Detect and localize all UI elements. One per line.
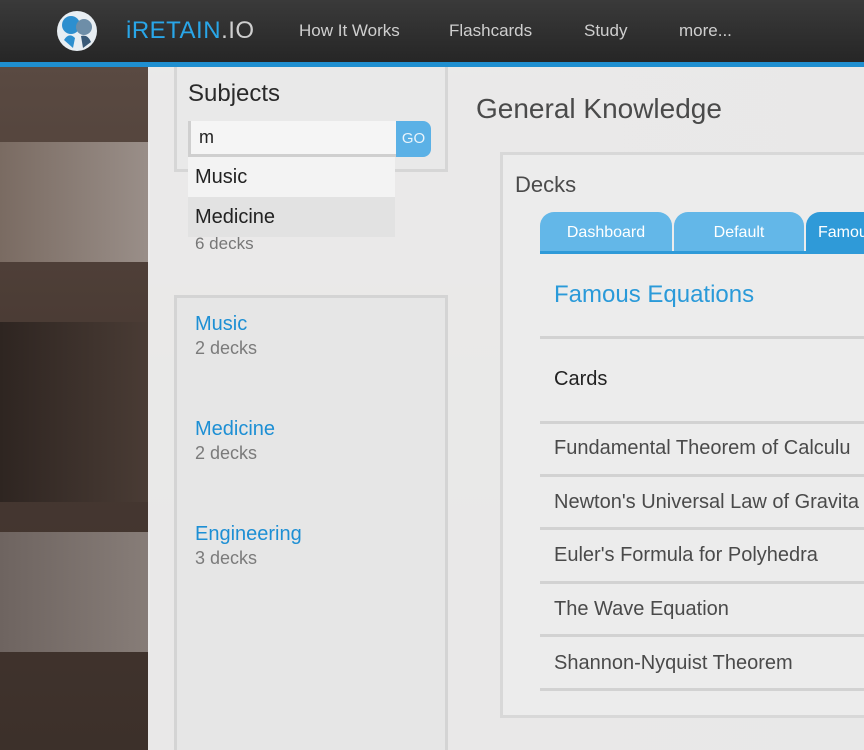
nav-how-it-works[interactable]: How It Works [299,21,400,41]
card-row[interactable]: Fundamental Theorem of Calculu [554,437,850,460]
card-row[interactable]: Shannon-Nyquist Theorem [554,652,793,675]
subject-link-engineering[interactable]: Engineering [195,523,302,546]
suggestion-medicine[interactable]: Medicine [188,197,395,237]
subject-deck-count: 6 decks [195,234,254,253]
cards-label: Cards [554,368,608,390]
top-navbar: iRETAIN.IO How It Works Flashcards Study… [0,0,864,67]
deck-name[interactable]: Famous Equations [554,281,754,309]
tab-famous-equations[interactable]: Famou [806,212,864,252]
brand-name-suffix: .IO [221,17,255,44]
card-row[interactable]: Newton's Universal Law of Gravita [554,491,859,514]
subject-count-medicine: 2 decks [195,443,258,463]
tab-default[interactable]: Default [674,212,804,252]
page-title: General Knowledge [476,93,722,124]
divider [540,527,864,530]
card-row[interactable]: The Wave Equation [554,598,729,621]
divider [540,688,864,691]
background-shelf-lower [0,532,150,652]
nav-flashcards[interactable]: Flashcards [449,21,532,41]
brand-name[interactable]: iRETAIN.IO [126,17,255,45]
tab-underline [540,251,864,254]
subject-count-engineering: 3 decks [195,548,258,568]
subject-count-music: 2 decks [195,338,258,358]
subject-link-medicine[interactable]: Medicine [195,418,275,441]
divider [540,581,864,584]
subjects-title: Subjects [188,80,281,107]
brand-logo-icon[interactable] [55,10,99,52]
divider [540,474,864,477]
background-shelf [0,322,150,502]
nav-more[interactable]: more... [679,21,732,41]
divider [540,421,864,424]
background-light [0,142,150,262]
card-row[interactable]: Euler's Formula for Polyhedra [554,544,818,567]
subject-link-music[interactable]: Music [195,313,247,336]
brand-name-primary: iRETAIN [126,17,222,44]
subject-search-input[interactable] [188,121,396,157]
tab-dashboard[interactable]: Dashboard [540,212,672,252]
search-go-button[interactable]: GO [396,121,431,157]
divider [540,634,864,637]
suggestion-music[interactable]: Music [188,157,395,197]
divider [540,336,864,339]
nav-study[interactable]: Study [584,21,627,41]
decks-title: Decks [515,172,577,197]
